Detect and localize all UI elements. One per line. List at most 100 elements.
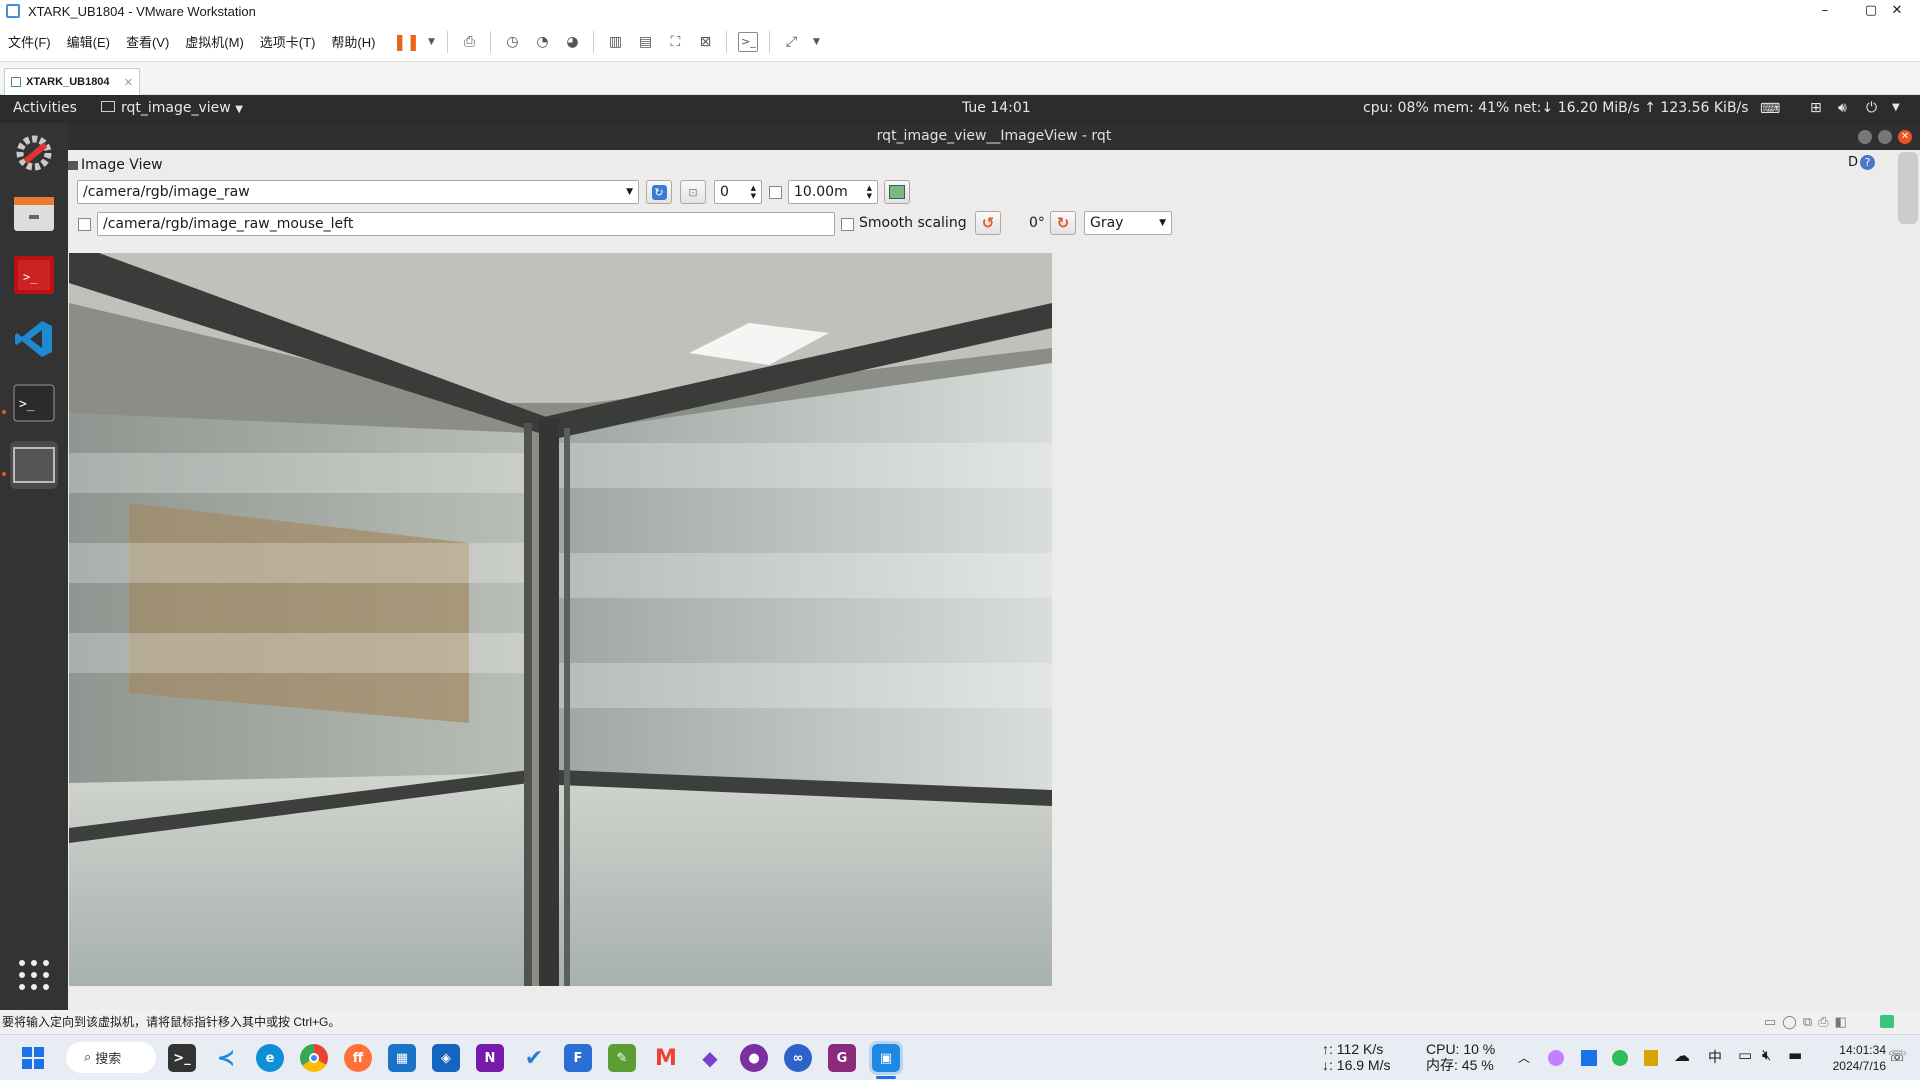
menu-view[interactable]: 查看(V) [126,32,169,51]
dynamic-range-checkbox[interactable] [769,186,782,199]
github-icon[interactable]: ● [740,1044,768,1072]
notification-icon[interactable]: ☏ [1888,1047,1907,1065]
todo-icon[interactable]: ✔ [520,1044,548,1072]
menu-vm[interactable]: 虚拟机(M) [185,32,244,51]
gmail-icon[interactable]: M [652,1044,680,1072]
chevron-down-icon[interactable]: ▼ [811,32,821,52]
volume-icon[interactable]: 🔊︎ [1838,100,1847,116]
pdf-app-icon[interactable]: G [828,1044,856,1072]
menu-edit[interactable]: 编辑(E) [67,32,110,51]
terminal-red-icon[interactable]: >_ [10,251,58,299]
mouse-topic-value: /camera/rgb/image_raw_mouse_left [103,216,354,232]
save-image-button[interactable] [884,180,910,204]
maximize-icon[interactable] [1878,130,1892,144]
ime-label[interactable]: 中 [1708,1047,1722,1067]
full-screen-icon[interactable]: ⛶ [665,32,685,52]
battery-icon[interactable]: ▬ [1788,1046,1802,1064]
chrome-icon[interactable] [300,1044,328,1072]
onenote-icon[interactable]: N [476,1044,504,1072]
console-icon[interactable]: >_ [738,31,759,52]
display-icon[interactable]: ▭ [1738,1046,1752,1064]
word-app-icon[interactable]: F [564,1044,592,1072]
send-ctrl-alt-del-icon[interactable]: ⎙ [459,32,479,52]
power-icon[interactable]: ⏻ [1866,100,1877,116]
firefox-icon[interactable]: ff [344,1044,372,1072]
rotate-right-button[interactable]: ↻ [1050,211,1076,235]
publish-click-checkbox[interactable] [78,218,91,231]
dock-widget-label: Image View [81,157,163,173]
toolbar-divider [447,30,449,53]
link-app-icon[interactable]: ∞ [784,1044,812,1072]
num-gridlines-spinbox[interactable]: 0 ▲ ▼ [714,180,762,204]
terminal-app-icon[interactable]: >_ [168,1044,196,1072]
network-icon[interactable]: ⊞ [1810,100,1822,116]
topic-value: /camera/rgb/image_raw [83,184,250,200]
chevron-down-icon[interactable]: ▼ [426,32,436,52]
start-icon[interactable] [19,1044,47,1072]
terminal-icon[interactable]: >_ [10,379,58,427]
edge-icon[interactable]: e [256,1044,284,1072]
files-icon[interactable] [10,189,58,237]
device-icons[interactable]: ▭◯⧉⎙◧ [1764,1010,1853,1034]
side-scrollbar[interactable] [1898,152,1918,224]
wechat-icon[interactable] [1612,1050,1628,1066]
minimize-button[interactable]: – [1802,0,1848,22]
store-icon[interactable]: ▦ [388,1044,416,1072]
thumbnail-icon[interactable]: ▤ [635,32,655,52]
volume-muted-icon[interactable]: 🔇︎ [1762,1046,1771,1064]
show-applications-icon[interactable] [10,951,58,999]
svg-text:>_: >_ [19,397,35,412]
notes-icon[interactable]: ✎ [608,1044,636,1072]
smooth-scaling-checkbox[interactable] [841,218,854,231]
activities-button[interactable]: Activities [13,100,77,116]
dropbox-icon[interactable]: ◈ [432,1044,460,1072]
tray-app-icon[interactable] [1581,1050,1597,1066]
keyboard-icon[interactable]: ⌨ [1760,101,1780,117]
rotate-left-button[interactable]: ↺ [975,211,1001,235]
snapshot-manager-icon[interactable]: ◕ [562,32,582,52]
camera-image-view[interactable] [69,253,1052,986]
rqt-window-icon[interactable] [10,441,58,489]
network-speed: ↑: 112 K/s ↓: 16.9 M/s [1322,1041,1390,1073]
vscode-icon[interactable] [10,315,58,363]
tray-app-icon[interactable] [1548,1050,1564,1066]
menu-file[interactable]: 文件(F) [8,32,51,51]
chevron-down-icon[interactable]: ▼ [1892,102,1900,113]
search-box[interactable]: ⌕ 搜索 [66,1042,156,1073]
help-d-label[interactable]: D [1848,155,1858,170]
mouse-topic-input[interactable]: /camera/rgb/image_raw_mouse_left [97,212,835,236]
chevron-up-icon[interactable]: ︿ [1518,1049,1530,1066]
window-icon [101,101,115,112]
menu-help[interactable]: 帮助(H) [331,32,375,51]
zoom-1-button[interactable]: ⊡ [680,180,706,204]
tab-xtark-ub1804[interactable]: XTARK_UB1804 ✕ [4,68,140,95]
tray-app-icon[interactable] [1644,1050,1658,1066]
vscode-app-icon[interactable]: ≺ [212,1044,240,1072]
max-range-spinbox[interactable]: 10.00m ▲ ▼ [788,180,878,204]
clock-area[interactable]: 14:01:34 2024/7/16 [1818,1042,1886,1074]
onedrive-icon[interactable]: ☁ [1674,1046,1690,1065]
snapshot-icon[interactable]: ◷ [502,32,522,52]
vmware-app-icon[interactable]: ▣ [869,1041,903,1075]
unity-icon[interactable]: ⊠ [695,32,715,52]
toolbar-divider [490,30,492,53]
pause-icon[interactable]: ❚❚ [393,32,420,52]
refresh-topics-button[interactable]: ↻ [646,180,672,204]
message-icon[interactable] [1880,1015,1894,1028]
topic-combobox[interactable]: /camera/rgb/image_raw ▼ [77,180,639,204]
settings-icon[interactable] [10,129,58,177]
menu-tabs[interactable]: 选项卡(T) [260,32,316,51]
obsidian-icon[interactable]: ◆ [696,1044,724,1072]
clock[interactable]: Tue 14:01 [962,100,1031,116]
toolbar-divider [726,30,728,53]
stretch-icon[interactable]: ⤢ [781,32,801,52]
help-icon[interactable]: ? [1860,155,1875,170]
close-tab-icon[interactable]: ✕ [124,76,133,89]
app-menu[interactable]: rqt_image_view ▼ [101,100,243,116]
minimize-icon[interactable] [1858,130,1872,144]
library-icon[interactable]: ▥ [605,32,625,52]
revert-snapshot-icon[interactable]: ◔ [532,32,552,52]
close-icon[interactable]: ✕ [1898,130,1912,144]
close-button[interactable]: ✕ [1874,0,1920,22]
color-scheme-combobox[interactable]: Gray ▼ [1084,211,1172,235]
